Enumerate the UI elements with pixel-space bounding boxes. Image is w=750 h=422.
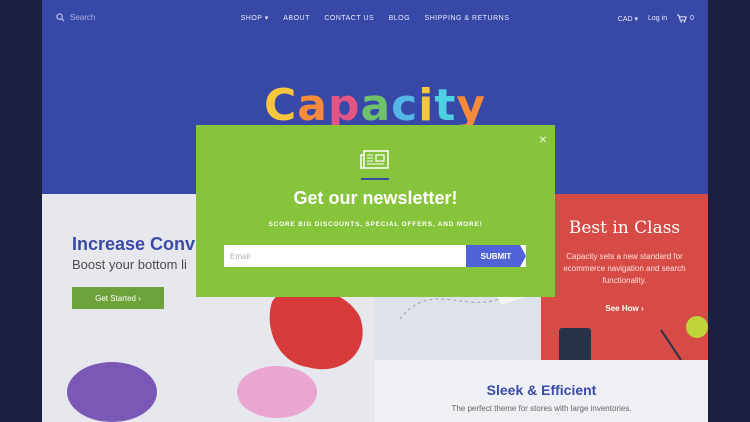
- close-icon[interactable]: ×: [539, 131, 547, 147]
- newsletter-subtitle: SCORE BIG DISCOUNTS, SPECIAL OFFERS, AND…: [268, 221, 483, 228]
- title-underline: [361, 178, 389, 180]
- submit-button[interactable]: SUBMIT: [466, 245, 526, 267]
- newspaper-icon: [360, 150, 389, 169]
- newsletter-form: SUBMIT: [224, 245, 526, 267]
- newsletter-title: Get our newsletter!: [293, 188, 458, 208]
- newsletter-modal: × Get our newsletter! SCORE BIG DISCOUNT…: [196, 125, 555, 297]
- email-input[interactable]: [224, 245, 444, 267]
